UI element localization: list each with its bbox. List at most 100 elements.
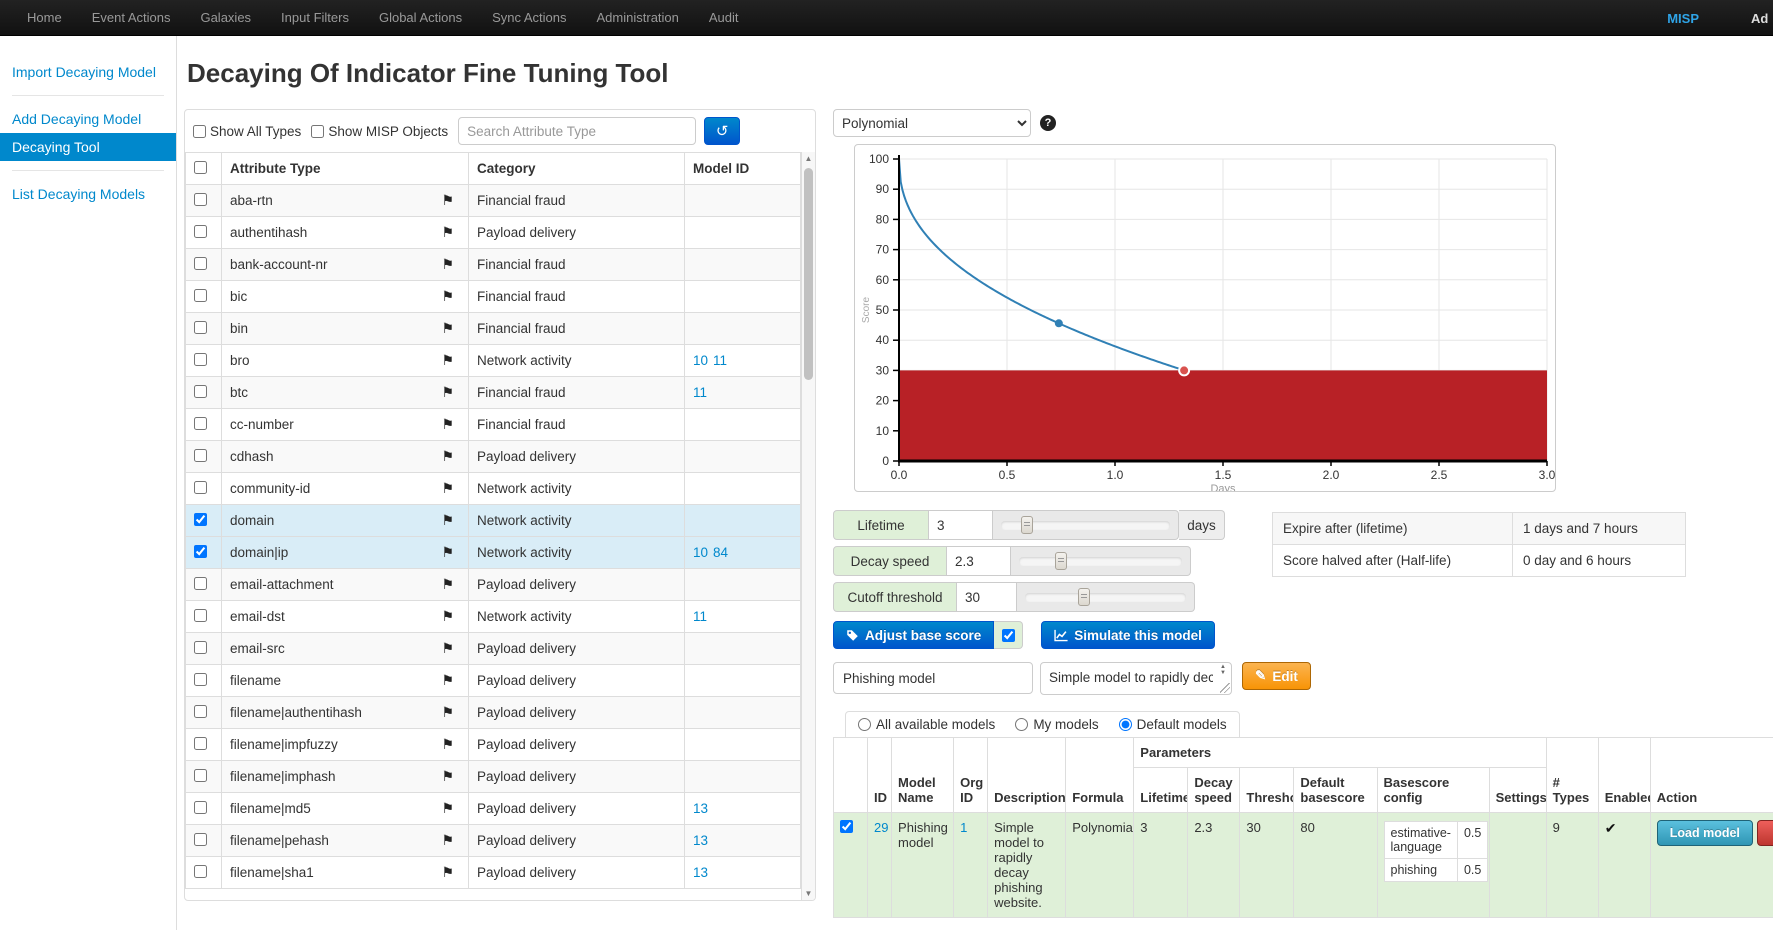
reset-search-button[interactable]: ↺ bbox=[704, 117, 740, 145]
model-description-textarea[interactable]: Simple model to rapidly decay ▲▼ bbox=[1040, 662, 1232, 695]
edit-model-button[interactable]: ✎ Edit bbox=[1242, 662, 1311, 690]
sidebar: Import Decaying Model Add Decaying ModelD… bbox=[0, 36, 177, 930]
attribute-row-checkbox[interactable] bbox=[194, 577, 207, 590]
attribute-row-checkbox[interactable] bbox=[194, 193, 207, 206]
attribute-table-wrap: Attribute Type Category Model ID aba-rtn… bbox=[185, 152, 801, 900]
attribute-type-label: filename bbox=[230, 673, 281, 688]
attribute-row-checkbox[interactable] bbox=[194, 673, 207, 686]
nav-item-global-actions[interactable]: Global Actions bbox=[364, 0, 477, 36]
cutoff-threshold-slider[interactable] bbox=[1017, 582, 1195, 612]
resize-grip-icon[interactable] bbox=[1220, 683, 1230, 693]
model-id-link[interactable]: 10 bbox=[693, 353, 708, 368]
sidebar-item-import-decaying-model[interactable]: Import Decaying Model bbox=[0, 58, 176, 86]
decay-speed-input[interactable] bbox=[947, 546, 1011, 576]
model-id-link[interactable]: 13 bbox=[693, 801, 708, 816]
attribute-type-label: filename|pehash bbox=[230, 833, 329, 848]
attribute-row-email-src: email-src⚑Payload delivery bbox=[186, 633, 801, 665]
model-id-link[interactable]: 10 bbox=[693, 545, 708, 560]
adjust-base-score-checkbox[interactable] bbox=[1002, 629, 1015, 642]
cutoff-marker[interactable] bbox=[1179, 365, 1189, 375]
nav-item-audit[interactable]: Audit bbox=[694, 0, 754, 36]
model-id-link[interactable]: 29 bbox=[874, 820, 888, 835]
radio-my-models[interactable] bbox=[1015, 718, 1028, 731]
formula-select[interactable]: Polynomial bbox=[833, 109, 1031, 137]
attribute-row-email-attachment: email-attachment⚑Payload delivery bbox=[186, 569, 801, 601]
show-all-types-checkbox[interactable] bbox=[193, 125, 206, 138]
nav-item-event-actions[interactable]: Event Actions bbox=[77, 0, 186, 36]
model-id-link[interactable]: 11 bbox=[693, 385, 707, 400]
show-misp-objects-checkbox[interactable] bbox=[311, 125, 324, 138]
nav-item-sync-actions[interactable]: Sync Actions bbox=[477, 0, 581, 36]
decay-curve bbox=[899, 159, 1184, 370]
spinner-icons[interactable]: ▲▼ bbox=[1217, 664, 1229, 676]
attribute-row-checkbox[interactable] bbox=[194, 385, 207, 398]
table-scrollbar[interactable]: ▲ ▼ bbox=[801, 152, 815, 900]
col-threshold: Threshold bbox=[1240, 768, 1294, 813]
attribute-row-checkbox[interactable] bbox=[194, 257, 207, 270]
help-icon[interactable]: ? bbox=[1040, 115, 1056, 131]
attribute-row-checkbox[interactable] bbox=[194, 737, 207, 750]
attribute-row-checkbox[interactable] bbox=[194, 225, 207, 238]
attribute-category-label: Payload delivery bbox=[469, 793, 685, 825]
nav-item-input-filters[interactable]: Input Filters bbox=[266, 0, 364, 36]
decay-speed-slider-handle[interactable] bbox=[1055, 552, 1067, 570]
curve-point-marker[interactable] bbox=[1055, 319, 1063, 327]
attribute-row-checkbox[interactable] bbox=[194, 321, 207, 334]
model-row-checkbox[interactable] bbox=[840, 820, 853, 833]
select-all-checkbox[interactable] bbox=[194, 161, 207, 174]
nav-item-administration[interactable]: Administration bbox=[582, 0, 694, 36]
model-id-link[interactable]: 11 bbox=[713, 353, 727, 368]
adjust-base-score-button[interactable]: Adjust base score bbox=[833, 621, 994, 649]
model-id-link[interactable]: 84 bbox=[713, 545, 728, 560]
attribute-row-checkbox[interactable] bbox=[194, 769, 207, 782]
half-life-value: 0 day and 6 hours bbox=[1513, 545, 1686, 577]
decay-speed-slider[interactable] bbox=[1011, 546, 1191, 576]
sidebar-item-add-decaying-model[interactable]: Add Decaying Model bbox=[0, 105, 176, 133]
attribute-row-checkbox[interactable] bbox=[194, 481, 207, 494]
y-axis-title: Score bbox=[861, 297, 872, 324]
attribute-row-checkbox[interactable] bbox=[194, 609, 207, 622]
pause-model-button[interactable] bbox=[1757, 820, 1773, 846]
attribute-row-checkbox[interactable] bbox=[194, 833, 207, 846]
attribute-table: Attribute Type Category Model ID aba-rtn… bbox=[185, 152, 801, 889]
user-menu[interactable]: Ad bbox=[1751, 11, 1773, 26]
attribute-row-checkbox[interactable] bbox=[194, 641, 207, 654]
attribute-row-checkbox[interactable] bbox=[194, 545, 207, 558]
radio-label: All available models bbox=[876, 717, 995, 732]
cutoff-threshold-slider-handle[interactable] bbox=[1078, 588, 1090, 606]
org-link[interactable]: MISP bbox=[1667, 11, 1699, 26]
scroll-down-icon[interactable]: ▼ bbox=[802, 889, 815, 898]
scrollbar-thumb[interactable] bbox=[804, 168, 813, 380]
load-model-button[interactable]: Load model bbox=[1657, 820, 1753, 846]
radio-all-available-models[interactable] bbox=[858, 718, 871, 731]
attribute-row-checkbox[interactable] bbox=[194, 449, 207, 462]
lifetime-input[interactable] bbox=[929, 510, 993, 540]
attribute-row-checkbox[interactable] bbox=[194, 353, 207, 366]
sidebar-item-decaying-tool[interactable]: Decaying Tool bbox=[0, 133, 176, 161]
attribute-row-checkbox[interactable] bbox=[194, 417, 207, 430]
attribute-category-label: Financial fraud bbox=[469, 281, 685, 313]
lifetime-slider-handle[interactable] bbox=[1021, 516, 1033, 534]
model-name-input[interactable] bbox=[833, 662, 1033, 694]
attribute-row-checkbox[interactable] bbox=[194, 705, 207, 718]
radio-default-models[interactable] bbox=[1119, 718, 1132, 731]
lifetime-slider[interactable] bbox=[993, 510, 1179, 540]
sidebar-item-list-decaying-models[interactable]: List Decaying Models bbox=[0, 180, 176, 208]
search-attribute-input[interactable] bbox=[458, 117, 696, 145]
attribute-row-checkbox[interactable] bbox=[194, 289, 207, 302]
attribute-row-checkbox[interactable] bbox=[194, 801, 207, 814]
nav-item-home[interactable]: Home bbox=[12, 0, 77, 36]
cutoff-threshold-input[interactable] bbox=[957, 582, 1017, 612]
model-id-link[interactable]: 11 bbox=[693, 609, 707, 624]
attribute-row-checkbox[interactable] bbox=[194, 513, 207, 526]
nav-item-galaxies[interactable]: Galaxies bbox=[185, 0, 266, 36]
scroll-up-icon[interactable]: ▲ bbox=[802, 154, 815, 163]
model-id-link[interactable]: 13 bbox=[693, 833, 708, 848]
flag-icon: ⚑ bbox=[441, 832, 460, 849]
attribute-row-checkbox[interactable] bbox=[194, 865, 207, 878]
attribute-type-label: authentihash bbox=[230, 225, 307, 240]
decay-chart[interactable]: 01020304050607080901000.00.51.01.52.02.5… bbox=[855, 145, 1555, 491]
model-id-link[interactable]: 13 bbox=[693, 865, 708, 880]
org-id-link[interactable]: 1 bbox=[960, 820, 967, 835]
simulate-model-button[interactable]: Simulate this model bbox=[1041, 621, 1215, 649]
